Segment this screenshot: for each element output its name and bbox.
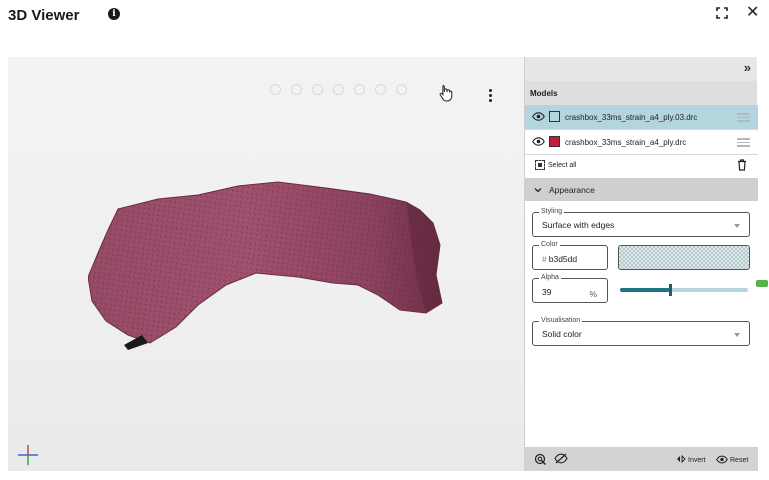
select-all-icon [535,160,545,170]
model-row[interactable]: crashbox_33ms_strain_a4_ply.drc [525,130,758,154]
3d-viewport[interactable] [8,57,524,471]
select-all-label: Select all [548,161,577,169]
select-all-button[interactable]: Select all [535,160,576,170]
visualisation-value: Solid color [542,329,582,339]
invert-label: Invert [688,456,706,464]
appearance-section-header[interactable]: Appearance [525,178,758,201]
toolbar-icon[interactable] [396,84,407,95]
focus-target-icon[interactable] [534,453,547,468]
alpha-slider-thumb[interactable] [669,284,672,296]
chevron-down-icon [734,333,740,337]
alpha-slider[interactable] [620,284,748,296]
close-icon[interactable]: ✕ [746,5,759,21]
toolbar-icon[interactable] [354,84,365,95]
kebab-menu-icon[interactable] [489,89,493,104]
model-color-swatch[interactable] [549,136,560,147]
fullscreen-icon[interactable] [716,6,728,24]
alpha-label: Alpha [539,274,561,281]
appearance-title: Appearance [549,185,595,195]
alpha-slider-fill [620,288,670,292]
list-icon[interactable] [737,138,750,149]
model-name: crashbox_33ms_strain_a4_ply.03.drc [565,113,698,122]
visualisation-select[interactable]: Visualisation Solid color [532,317,750,346]
hide-all-icon[interactable] [554,453,568,468]
panel-footer: Invert Reset [525,447,758,471]
styling-label: Styling [539,208,565,215]
model-row[interactable]: crashbox_33ms_strain_a4_ply.03.drc [525,105,758,129]
info-icon[interactable]: i [108,8,120,20]
eye-icon [716,455,728,466]
collapse-panel-icon[interactable]: » [744,60,751,75]
alpha-value: 39 [542,287,552,297]
chevron-down-icon [534,185,542,195]
invert-icon [676,454,686,465]
app-window: 3D Viewer i ✕ » Models crashbox_33ms_str… [0,0,769,480]
color-value: b3d5dd [548,254,578,264]
toolbar-icon[interactable] [312,84,323,95]
reset-label: Reset [730,457,749,464]
toolbar-icon[interactable] [291,84,302,95]
color-preview-swatch[interactable] [618,245,750,270]
eye-icon[interactable] [532,112,545,123]
chevron-down-icon [734,224,740,228]
alpha-field[interactable]: Alpha 39 % [532,274,608,303]
models-panel: » Models crashbox_33ms_strain_a4_ply.03.… [524,57,758,471]
axes-gizmo-icon [16,443,40,471]
color-value-wrap: # b3d5dd [542,254,577,264]
color-label: Color [539,241,560,248]
app-title: 3D Viewer [8,7,80,24]
eye-icon[interactable] [532,137,545,148]
model-color-swatch[interactable] [549,111,560,122]
toolbar-icon[interactable] [270,84,281,95]
models-title: Models [525,81,757,105]
side-badge-icon[interactable] [756,280,768,287]
list-icon[interactable] [737,113,750,124]
styling-select[interactable]: Styling Surface with edges [532,208,750,237]
alpha-unit: % [589,289,597,299]
styling-value: Surface with edges [542,220,615,230]
color-hash: # [542,254,547,264]
hand-cursor-icon [439,84,453,107]
trash-icon[interactable] [737,158,747,176]
visualisation-label: Visualisation [539,317,583,324]
model-name: crashbox_33ms_strain_a4_ply.drc [565,138,687,147]
toolbar-icon[interactable] [375,84,386,95]
panel-top-bar: » [525,57,757,81]
reset-button[interactable]: Reset [716,455,748,466]
toolbar-icon[interactable] [333,84,344,95]
row-divider [525,154,758,155]
viewport-toolbar[interactable] [270,84,407,95]
3d-model-mesh[interactable] [88,175,448,350]
color-field[interactable]: Color # b3d5dd [532,241,608,270]
invert-button[interactable]: Invert [676,454,706,465]
